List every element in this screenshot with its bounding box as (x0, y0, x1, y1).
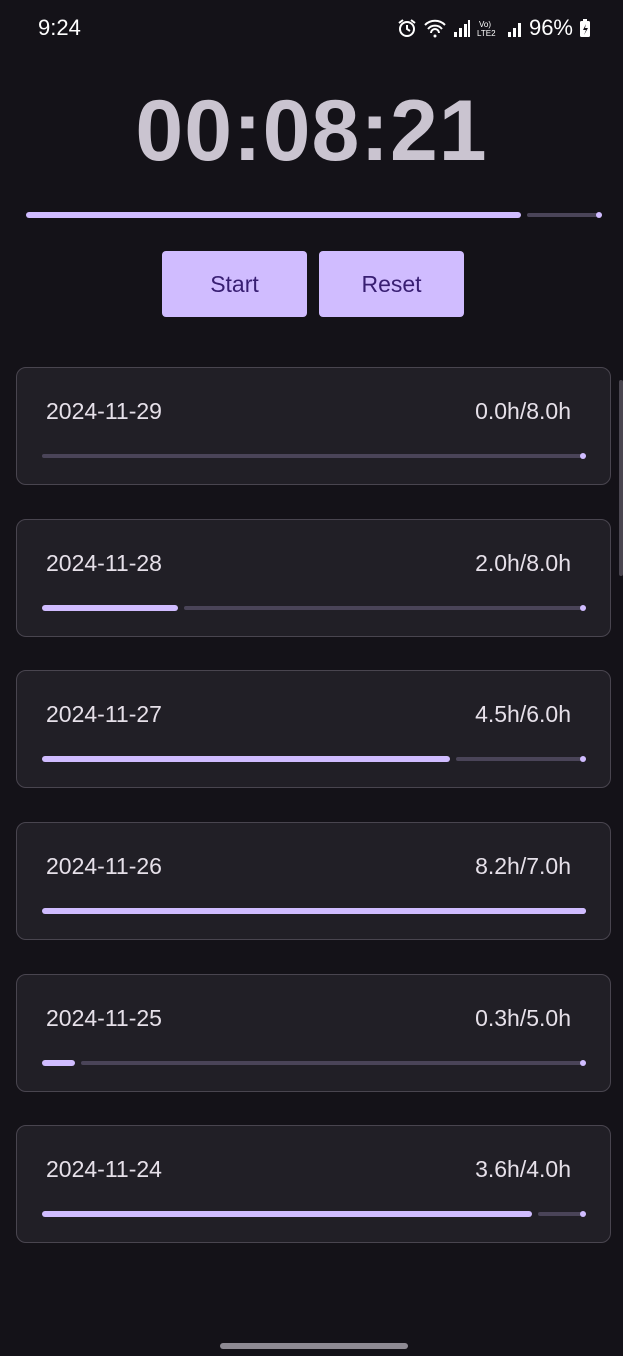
entry-progress-bar (42, 453, 586, 459)
progress-fill (42, 605, 178, 611)
progress-track (80, 1061, 586, 1065)
signal-icon-2 (507, 18, 523, 38)
progress-end-dot (580, 1060, 586, 1066)
entry-date: 2024-11-24 (46, 1156, 162, 1182)
svg-text:Vo): Vo) (479, 20, 491, 29)
progress-end-dot (596, 212, 602, 218)
entry-card[interactable]: 2024-11-29 0.0h/8.0h (16, 367, 611, 485)
status-icons: Vo) LTE2 96% (397, 15, 591, 41)
progress-fill (42, 908, 586, 914)
entry-progress-bar (42, 1060, 586, 1066)
entry-date: 2024-11-29 (46, 398, 162, 424)
battery-charging-icon (579, 18, 591, 38)
start-button[interactable]: Start (162, 251, 307, 317)
entry-progress-bar (42, 908, 586, 914)
entry-hours: 0.3h/5.0h (475, 1005, 571, 1031)
entry-card[interactable]: 2024-11-26 8.2h/7.0h (16, 822, 611, 940)
entry-hours: 4.5h/6.0h (475, 701, 571, 727)
wifi-icon (423, 18, 447, 38)
progress-end-dot (580, 908, 586, 914)
entry-date: 2024-11-27 (46, 701, 162, 727)
volte-icon: Vo) LTE2 (477, 18, 501, 38)
entry-hours: 3.6h/4.0h (475, 1156, 571, 1182)
progress-end-dot (580, 756, 586, 762)
scrollbar[interactable] (619, 380, 623, 576)
entry-date: 2024-11-25 (46, 1005, 162, 1031)
progress-track (184, 606, 586, 610)
progress-end-dot (580, 1211, 586, 1217)
timer-progress-bar (26, 212, 602, 218)
timer-display: 00:08:21 (135, 83, 488, 179)
entry-card[interactable]: 2024-11-25 0.3h/5.0h (16, 974, 611, 1092)
entry-card[interactable]: 2024-11-24 3.6h/4.0h (16, 1125, 611, 1243)
entry-date: 2024-11-28 (46, 550, 162, 576)
progress-track (456, 757, 586, 761)
progress-end-dot (580, 605, 586, 611)
progress-track (527, 213, 602, 217)
progress-track (42, 454, 586, 458)
battery-level: 96% (528, 15, 573, 40)
entry-hours: 0.0h/8.0h (475, 398, 571, 424)
svg-text:LTE2: LTE2 (477, 29, 496, 38)
progress-fill (26, 212, 522, 218)
entry-card[interactable]: 2024-11-28 2.0h/8.0h (16, 519, 611, 637)
entry-progress-bar (42, 756, 586, 762)
reset-button[interactable]: Reset (319, 251, 464, 317)
entry-progress-bar (42, 605, 586, 611)
home-indicator[interactable] (220, 1343, 408, 1349)
status-time: 9:24 (38, 15, 81, 40)
progress-end-dot (580, 453, 586, 459)
progress-track (537, 1212, 586, 1216)
progress-fill (42, 756, 450, 762)
entry-date: 2024-11-26 (46, 853, 162, 879)
entry-hours: 2.0h/8.0h (475, 550, 571, 576)
alarm-icon (397, 18, 417, 38)
status-bar: 9:24 Vo) LTE2 96% (0, 0, 623, 56)
entry-hours: 8.2h/7.0h (475, 853, 571, 879)
entry-progress-bar (42, 1211, 586, 1217)
entry-card[interactable]: 2024-11-27 4.5h/6.0h (16, 670, 611, 788)
signal-icon (453, 18, 471, 38)
progress-fill (42, 1060, 75, 1066)
progress-fill (42, 1211, 532, 1217)
